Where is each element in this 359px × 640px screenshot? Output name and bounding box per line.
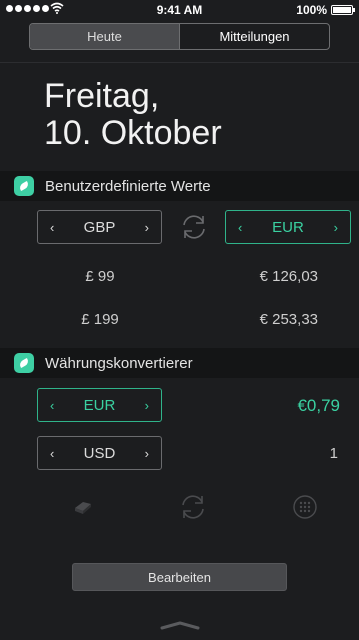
chevron-left-icon[interactable]: ‹ [50,446,54,461]
swap-icon[interactable] [178,492,208,522]
battery-icon [331,5,355,15]
chevron-left-icon[interactable]: ‹ [238,220,242,235]
row-2-to-value: € 253,33 [259,311,318,328]
view-segmented-control: Heute Mitteilungen [29,23,330,50]
tab-heute[interactable]: Heute [30,24,179,49]
status-bar: 9:41 AM 100% [0,0,359,20]
secondary-currency-picker[interactable]: ‹ USD › [37,436,162,470]
widget-title: Währungskonvertierer [45,354,193,372]
eraser-icon[interactable] [72,496,94,516]
row-1-to-value: € 126,03 [259,268,318,285]
primary-value: €0,79 [297,396,340,415]
primary-currency-picker[interactable]: ‹ EUR › [37,388,162,422]
chevron-right-icon[interactable]: › [334,220,338,235]
app-icon [14,353,34,373]
tab-mitteilungen[interactable]: Mitteilungen [179,24,329,49]
to-currency-label: EUR [272,218,304,236]
date-weekday: Freitag, [44,77,160,115]
secondary-currency-label: USD [83,444,116,462]
converter-widget-header[interactable]: Währungskonvertierer [0,348,359,378]
app-icon [14,176,34,196]
chevron-right-icon[interactable]: › [145,446,149,461]
swap-icon[interactable] [179,212,209,242]
chevron-right-icon[interactable]: › [145,220,149,235]
row-1-from-value: £ 99 [85,268,115,285]
secondary-value: 1 [329,445,338,462]
to-currency-picker[interactable]: ‹ EUR › [225,210,351,244]
from-currency-picker[interactable]: ‹ GBP › [37,210,162,244]
widget-title: Benutzerdefinierte Werte [45,177,211,195]
row-2-from-value: £ 199 [81,311,119,328]
primary-currency-label: EUR [83,396,116,414]
date-day: 10. Oktober [44,114,222,152]
keypad-icon[interactable] [293,495,317,519]
grabber-icon[interactable] [160,620,200,630]
chevron-left-icon[interactable]: ‹ [50,398,54,413]
chevron-right-icon[interactable]: › [145,398,149,413]
from-currency-label: GBP [83,218,116,236]
chevron-left-icon[interactable]: ‹ [50,220,54,235]
custom-values-widget-header[interactable]: Benutzerdefinierte Werte [0,171,359,201]
divider [0,62,359,63]
battery-percent: 100% [296,3,327,17]
edit-button[interactable]: Bearbeiten [72,563,287,591]
date-heading: Freitag, 10. Oktober [44,78,222,152]
